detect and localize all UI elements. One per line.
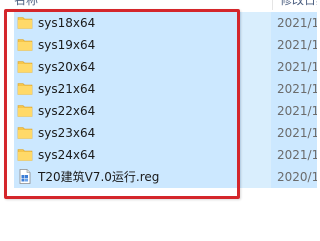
selection-gap (241, 12, 271, 34)
file-date: 2021/1 (277, 82, 317, 96)
registry-file-icon (19, 169, 31, 184)
file-name: sys24x64 (38, 148, 96, 162)
column-header-date[interactable]: 修改日期 (280, 0, 317, 8)
file-name: sys20x64 (38, 60, 96, 74)
column-header-name[interactable]: 名称 (14, 0, 38, 8)
folder-icon (17, 17, 33, 29)
list-item[interactable]: sys20x64 2021/1 (0, 56, 317, 78)
file-name: sys19x64 (38, 38, 96, 52)
selection-gap (241, 34, 271, 56)
list-item[interactable]: sys21x64 2021/1 (0, 78, 317, 100)
file-date: 2021/1 (277, 104, 317, 118)
list-item[interactable]: sys24x64 2021/1 (0, 144, 317, 166)
folder-icon (17, 127, 33, 139)
file-list: sys18x64 2021/1 sys19x64 2021/1 sys20x64… (0, 12, 317, 188)
folder-icon (17, 39, 33, 51)
list-item[interactable]: sys19x64 2021/1 (0, 34, 317, 56)
folder-icon (17, 149, 33, 161)
list-item[interactable]: sys23x64 2021/1 (0, 122, 317, 144)
file-name: sys22x64 (38, 104, 96, 118)
file-name: sys23x64 (38, 126, 96, 140)
list-item[interactable]: sys22x64 2021/1 (0, 100, 317, 122)
file-name: T20建筑V7.0运行.reg (38, 170, 160, 184)
file-name: sys21x64 (38, 82, 96, 96)
file-date: 2021/1 (277, 16, 317, 30)
file-date: 2021/1 (277, 126, 317, 140)
selection-gap (241, 122, 271, 144)
list-item[interactable]: T20建筑V7.0运行.reg 2020/1 (0, 166, 317, 188)
folder-icon (17, 105, 33, 117)
column-divider[interactable] (272, 0, 273, 10)
selection-gap (241, 56, 271, 78)
file-name: sys18x64 (38, 16, 96, 30)
file-date: 2020/1 (277, 170, 317, 184)
selection-gap (241, 144, 271, 166)
selection-gap (241, 78, 271, 100)
selection-gap (241, 166, 271, 188)
column-header-row: 名称 修改日期 (0, 0, 317, 10)
file-date: 2021/1 (277, 148, 317, 162)
selection-gap (241, 100, 271, 122)
file-date: 2021/1 (277, 60, 317, 74)
folder-icon (17, 61, 33, 73)
folder-icon (17, 83, 33, 95)
list-item[interactable]: sys18x64 2021/1 (0, 12, 317, 34)
file-date: 2021/1 (277, 38, 317, 52)
file-explorer-view: 名称 修改日期 sys18x64 2021/1 sys19x64 2021 (0, 0, 317, 241)
